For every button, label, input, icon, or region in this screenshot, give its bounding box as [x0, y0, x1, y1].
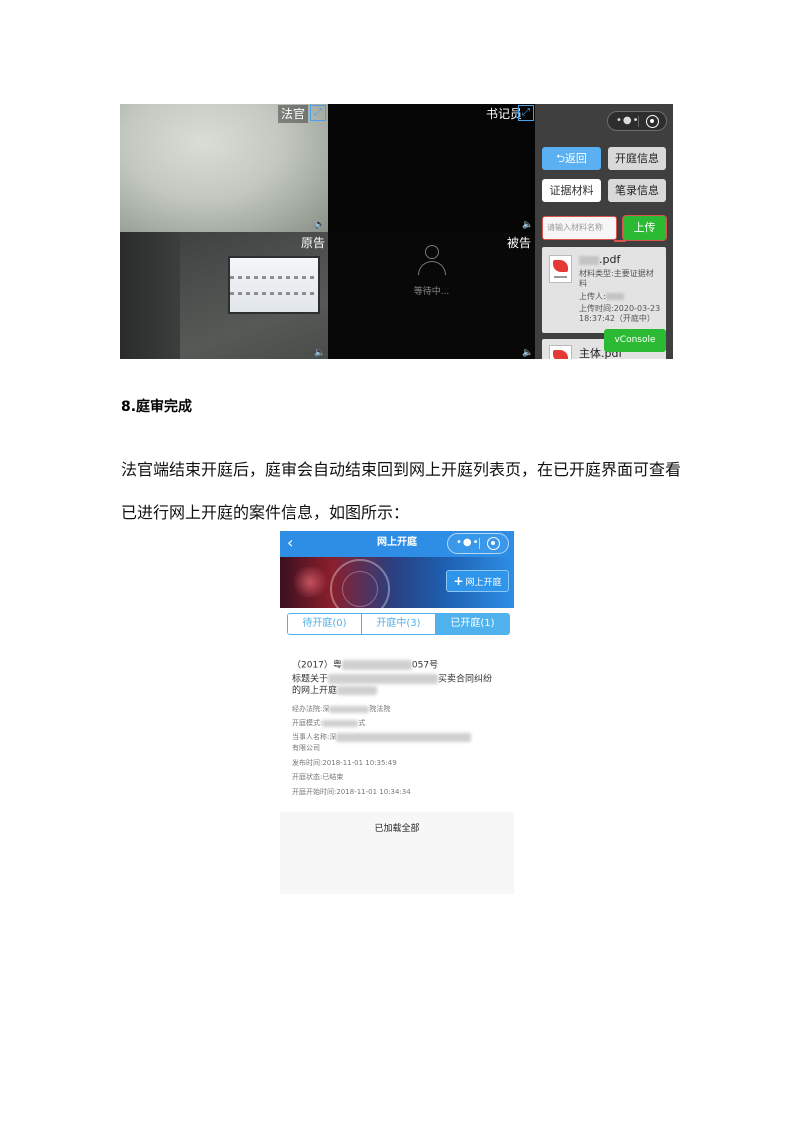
evidence-button[interactable]: 证据材料: [542, 179, 601, 202]
nav-bar: ‹ 网上开庭 •●•: [280, 531, 514, 557]
waiting-text: 等待中...: [413, 287, 450, 297]
window-image: [228, 256, 320, 314]
judge-label: 法官: [278, 105, 309, 123]
speaker-icon: 🔈: [314, 220, 326, 230]
paragraph-line: 已进行网上开庭的案件信息，如图所示：: [121, 503, 410, 522]
more-icon[interactable]: •●•: [456, 537, 480, 549]
record-info-button[interactable]: 笔录信息: [608, 179, 666, 202]
more-icon[interactable]: •●•: [616, 115, 640, 127]
speaker-icon: 🔈: [314, 348, 326, 358]
expand-icon[interactable]: ⤢: [518, 105, 534, 121]
tab-in-progress[interactable]: 开庭中(3): [361, 614, 435, 634]
file-name: .pdf: [579, 253, 620, 266]
banner: + 网上开庭: [280, 557, 514, 608]
side-panel: •●• ⮌返回 开庭信息 证据材料 笔录信息 请输入材料名称 上传 .pdf 材…: [535, 104, 673, 359]
case-start-time: 开庭开始时间:2018-11-01 10:34:34: [292, 788, 411, 796]
annotation-arrow: [614, 240, 626, 242]
file-upload-time: 上传时间:2020-03-23: [579, 304, 661, 313]
paragraph-line: 法官端结束开庭后，庭审会自动结束回到网上开庭列表页，在已开庭界面可查看: [121, 460, 682, 479]
new-online-court-button[interactable]: + 网上开庭: [446, 570, 509, 592]
case-court: 经办法院:深 院法院: [292, 705, 391, 713]
close-target-icon[interactable]: [487, 537, 500, 550]
vconsole-button[interactable]: vConsole: [604, 329, 666, 352]
miniapp-capsule[interactable]: •●•: [607, 111, 667, 131]
plus-icon: +: [453, 574, 464, 588]
case-publish-time: 发布时间:2018-11-01 10:35:49: [292, 759, 397, 767]
plaintiff-label: 原告: [301, 236, 326, 250]
wall-strip: [120, 232, 180, 359]
load-footer: 已加载全部: [280, 812, 514, 894]
user-icon: [415, 244, 449, 278]
clerk-video-pane: 书记员 ⤢ 🔈: [328, 104, 535, 232]
status-tabs: 待开庭(0) 开庭中(3) 已开庭(1): [287, 613, 510, 635]
file-uploader: 上传人:: [579, 292, 624, 302]
case-party-cont: 有限公司: [292, 744, 320, 752]
case-title-cont: 的网上开庭: [292, 686, 378, 697]
waiting-placeholder: 等待中...: [328, 244, 535, 297]
load-all-text: 已加载全部: [374, 824, 420, 834]
miniapp-capsule[interactable]: •●•: [447, 533, 509, 554]
open-info-button[interactable]: 开庭信息: [608, 147, 666, 170]
judge-video-pane: 法官 ⤢ 🔈: [120, 104, 328, 232]
back-button[interactable]: ⮌返回: [542, 147, 601, 170]
speaker-icon: 🔈: [522, 348, 534, 358]
file-upload-time-cont: 18:37:42（开庭中）: [579, 314, 655, 323]
video-court-screenshot: 法官 ⤢ 🔈 原告 🔈 书记员 ⤢ 🔈 被告 🔈 等待中... •●• ⮌返回 …: [120, 104, 673, 359]
close-target-icon[interactable]: [646, 115, 659, 128]
case-mode: 开庭模式: 式: [292, 719, 366, 727]
expand-icon[interactable]: ⤢: [310, 105, 326, 121]
pdf-icon: [549, 255, 572, 283]
online-court-list-screenshot: ‹ 网上开庭 •●• + 网上开庭 待开庭(0) 开庭中(3) 已开庭(1) （2…: [280, 531, 514, 894]
speaker-icon: 🔈: [522, 220, 534, 230]
file-card[interactable]: .pdf 材料类型:主要证据材 料 上传人: 上传时间:2020-03-23 1…: [542, 247, 666, 333]
back-label: 返回: [564, 152, 587, 165]
case-number: （2017）粤 057号: [292, 660, 439, 671]
case-party: 当事人名称:深: [292, 732, 472, 743]
case-status: 开庭状态:已结束: [292, 773, 344, 781]
file-type: 材料类型:主要证据材: [579, 269, 654, 278]
case-title: 标题关于 买卖合同纠纷: [292, 674, 493, 685]
pdf-icon: [549, 345, 572, 359]
material-name-input[interactable]: 请输入材料名称: [542, 216, 617, 240]
plaintiff-video-pane: 原告 🔈: [120, 232, 328, 359]
upload-button[interactable]: 上传: [622, 215, 667, 241]
section-heading: 8.庭审完成: [121, 399, 193, 415]
file-type-cont: 料: [579, 279, 587, 288]
tab-pending[interactable]: 待开庭(0): [288, 614, 361, 634]
tab-completed[interactable]: 已开庭(1): [435, 614, 509, 634]
